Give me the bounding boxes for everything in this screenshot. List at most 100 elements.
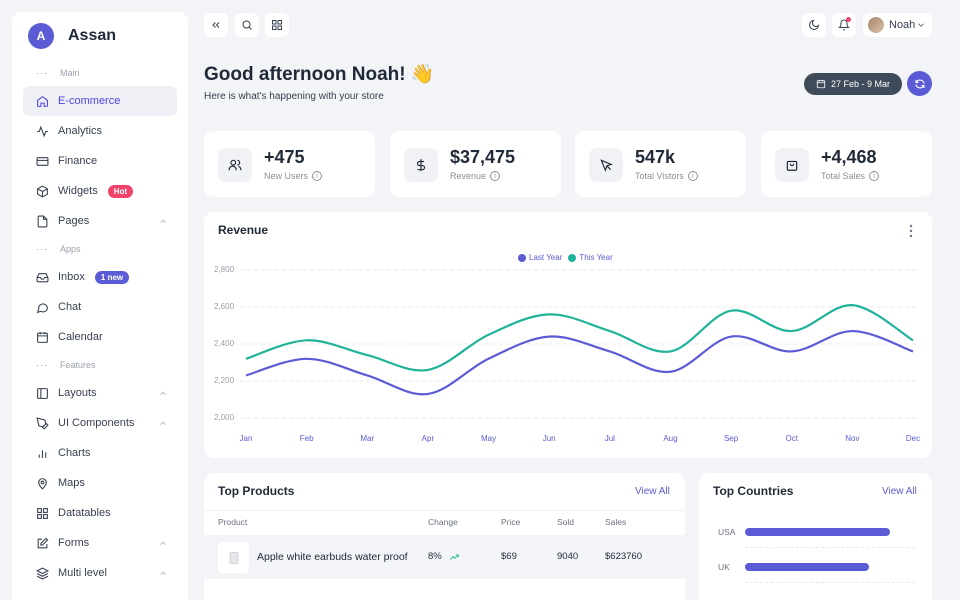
sidebar-item-multi-level[interactable]: Multi level: [23, 558, 177, 588]
stat-label: Revenue i: [450, 171, 501, 181]
new-badge: 1 new: [94, 270, 130, 284]
sidebar-item-forms[interactable]: Forms: [23, 528, 177, 558]
file-icon: [35, 214, 49, 228]
collapse-sidebar-button[interactable]: [204, 13, 228, 37]
theme-toggle-button[interactable]: [802, 13, 826, 37]
product-price: $69: [501, 551, 517, 562]
layers-icon: [35, 566, 49, 580]
x-tick-label: Feb: [299, 434, 314, 443]
brand[interactable]: A Assan: [12, 12, 188, 60]
date-range-picker[interactable]: 27 Feb - 9 Mar: [804, 73, 902, 95]
stat-label: Total Sales i: [821, 171, 880, 181]
column-header-change[interactable]: Change: [428, 517, 458, 527]
search-button[interactable]: [235, 13, 259, 37]
stat-value: 547k: [635, 147, 676, 167]
stat-value: $37,475: [450, 147, 516, 167]
layout-icon: [35, 386, 49, 400]
sidebar-item-datatables[interactable]: Datatables: [23, 498, 177, 528]
sidebar-item-inbox[interactable]: Inbox 1 new: [23, 262, 177, 292]
sidebar-item-layouts[interactable]: Layouts: [23, 378, 177, 408]
top-countries-view-all-link[interactable]: View All: [882, 486, 917, 497]
country-bar: [745, 563, 870, 571]
bar-chart-icon: [35, 446, 49, 460]
sidebar-item-pages[interactable]: Pages: [23, 206, 177, 236]
stat-label: Total Vistors i: [635, 171, 698, 181]
chevron-up-icon: [160, 219, 166, 223]
page-subtitle: Here is what's happening with your store: [204, 91, 384, 102]
apps-button[interactable]: [265, 13, 289, 37]
info-icon[interactable]: i: [312, 171, 323, 181]
more-vertical-icon[interactable]: [906, 224, 916, 238]
y-tick-label: 2,200: [214, 376, 235, 385]
column-header-price[interactable]: Price: [501, 517, 520, 527]
sidebar-item-widgets[interactable]: Widgets Hot: [23, 176, 177, 206]
notification-dot: [846, 17, 851, 22]
avatar: [868, 17, 884, 33]
credit-card-icon: [35, 154, 49, 168]
box-icon: [35, 184, 49, 198]
sidebar-item-analytics[interactable]: Analytics: [23, 116, 177, 146]
chart-title: Revenue: [218, 223, 269, 237]
sidebar-item-label: Maps: [58, 477, 85, 489]
sidebar-item-calendar[interactable]: Calendar: [23, 322, 177, 352]
refresh-button[interactable]: [907, 71, 932, 96]
info-icon[interactable]: i: [687, 171, 698, 181]
sidebar-item-label: Layouts: [58, 387, 97, 399]
x-tick-label: May: [480, 434, 497, 443]
product-name[interactable]: Apple white earbuds water proof: [257, 551, 408, 563]
y-tick-label: 2,600: [214, 302, 235, 311]
info-icon[interactable]: i: [490, 171, 501, 181]
legend-item-last-year[interactable]: Last Year: [518, 253, 562, 262]
x-tick-label: Nov: [845, 434, 860, 443]
sidebar-item-finance[interactable]: Finance: [23, 146, 177, 176]
user-menu[interactable]: Noah: [863, 13, 932, 37]
column-header-sold[interactable]: Sold: [557, 517, 574, 527]
sidebar-item-maps[interactable]: Maps: [23, 468, 177, 498]
x-tick-label: Oct: [785, 434, 798, 443]
brand-name: Assan: [68, 27, 117, 44]
activity-icon: [35, 124, 49, 138]
chevron-up-icon: [160, 391, 166, 395]
x-tick-label: Aug: [663, 434, 678, 443]
top-products-title: Top Products: [218, 484, 295, 498]
date-range-label: 27 Feb - 9 Mar: [830, 79, 891, 89]
x-tick-label: Dec: [905, 434, 921, 443]
x-tick-label: Mar: [360, 434, 375, 443]
grid-icon: [272, 20, 282, 30]
revenue-card: [204, 212, 932, 458]
brand-logo: A: [28, 23, 54, 49]
stat-card-total-visitors: 547k Total Vistors i: [575, 131, 746, 197]
column-header-product[interactable]: Product: [218, 517, 247, 527]
info-icon[interactable]: i: [869, 171, 880, 181]
sidebar-item-ecommerce[interactable]: E-commerce: [23, 86, 177, 116]
chevrons-left-icon: [212, 22, 220, 28]
top-countries-title: Top Countries: [713, 484, 794, 498]
column-header-sales[interactable]: Sales: [605, 517, 626, 527]
sidebar-item-ui-components[interactable]: UI Components: [23, 408, 177, 438]
stat-label: New Users i: [264, 171, 323, 181]
top-products-view-all-link[interactable]: View All: [635, 486, 670, 497]
notifications-button[interactable]: [832, 13, 856, 37]
home-icon: [35, 94, 49, 108]
legend-item-this-year[interactable]: This Year: [568, 253, 613, 262]
y-tick-label: 2,800: [214, 265, 235, 274]
section-features: ··· Features: [36, 360, 96, 370]
sidebar-item-chat[interactable]: Chat: [23, 292, 177, 322]
cursor-icon: [589, 148, 623, 182]
inbox-icon: [35, 270, 49, 284]
grid-line: [745, 547, 915, 548]
y-tick-label: 2,400: [214, 339, 235, 348]
trending-up-icon: [449, 553, 459, 560]
edit-icon: [35, 536, 49, 550]
country-bar: [745, 528, 890, 536]
users-icon: [218, 148, 252, 182]
sidebar-item-charts[interactable]: Charts: [23, 438, 177, 468]
product-sold: 9040: [557, 551, 579, 562]
sidebar-item-label: Inbox: [58, 271, 85, 283]
pen-tool-icon: [35, 416, 49, 430]
map-pin-icon: [35, 476, 49, 490]
x-tick-label: Sep: [723, 434, 739, 443]
sidebar-item-label: Pages: [58, 215, 90, 227]
x-tick-label: Jan: [239, 434, 253, 443]
product-change: 8%: [428, 551, 461, 562]
